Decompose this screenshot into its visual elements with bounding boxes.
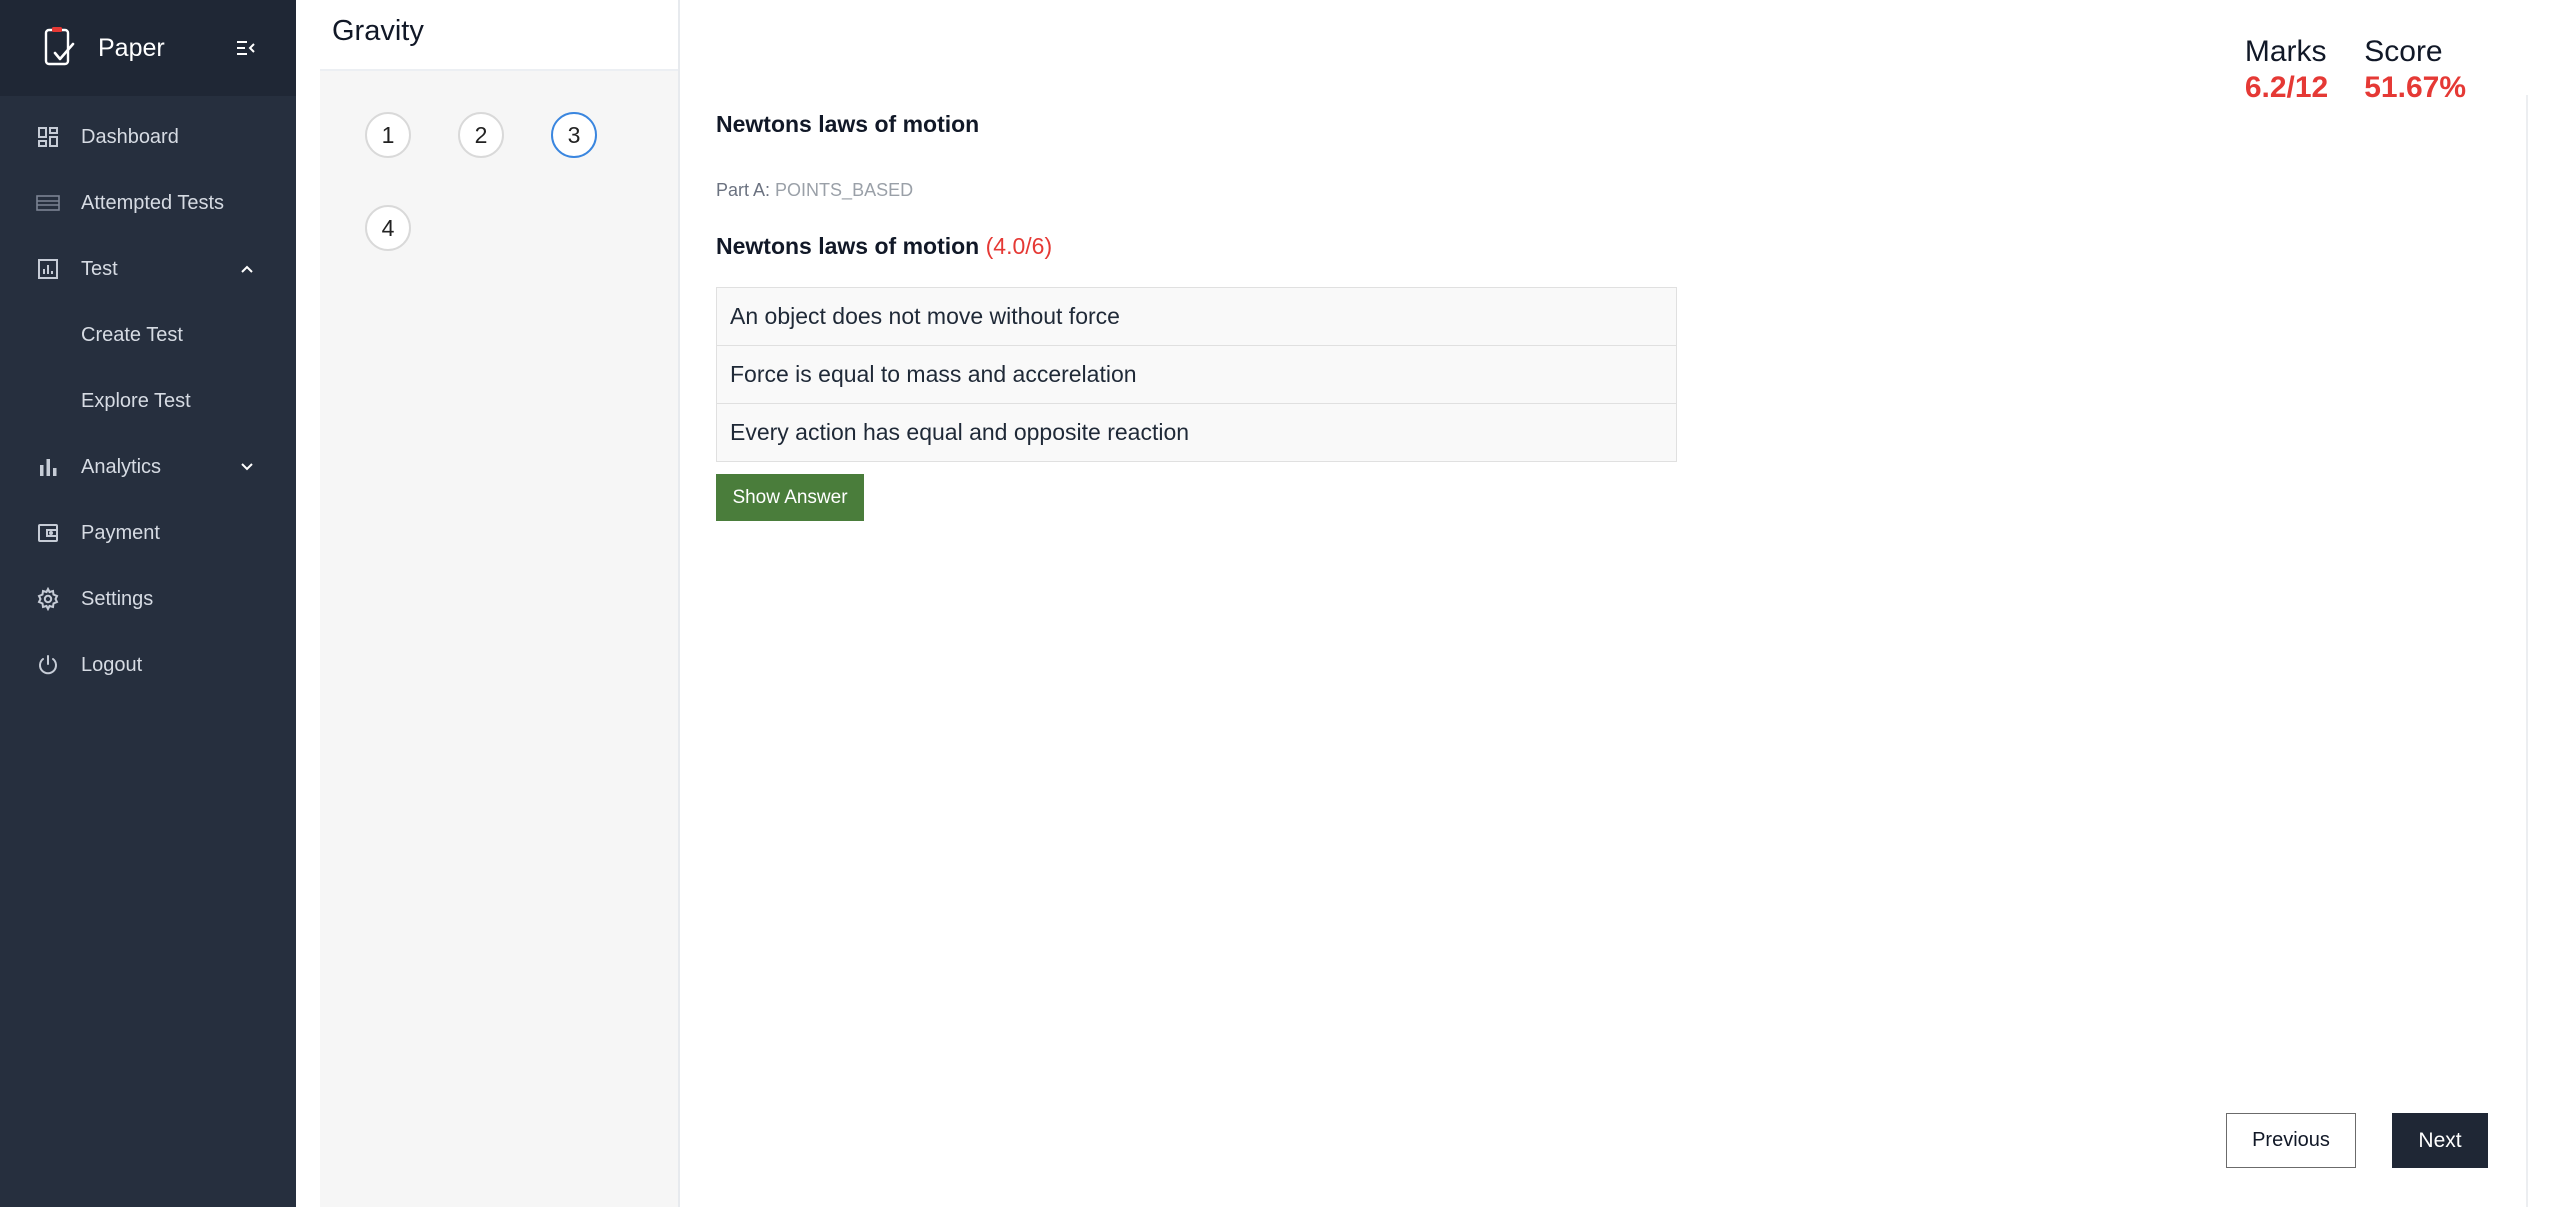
bar-chart-icon xyxy=(36,455,60,479)
part-type: POINTS_BASED xyxy=(775,180,914,200)
question-navigator: Gravity 1 2 3 4 xyxy=(320,0,679,1207)
question-number-button[interactable]: 4 xyxy=(365,205,411,251)
part-label: Part A: xyxy=(716,180,771,200)
test-title-bar: Gravity xyxy=(320,0,679,71)
sidebar-item-test[interactable]: Test xyxy=(0,236,296,302)
score-label: Score xyxy=(2364,35,2443,68)
answer-options: An object does not move without force Fo… xyxy=(716,287,1677,462)
sidebar-item-attempted-tests[interactable]: Attempted Tests xyxy=(0,170,296,236)
sidebar-item-label: Attempted Tests xyxy=(81,191,225,214)
sidebar-item-label: Dashboard xyxy=(81,125,179,148)
brand-name: Paper xyxy=(98,33,165,62)
answer-option: Every action has equal and opposite reac… xyxy=(716,403,1677,462)
brand-header: Paper xyxy=(0,0,296,96)
score-stat: Score 51.67% xyxy=(2364,34,2466,106)
sidebar-item-analytics[interactable]: Analytics xyxy=(0,434,296,500)
question-number-button-active[interactable]: 3 xyxy=(551,112,597,158)
subquestion-title: Newtons laws of motion (4.0/6) xyxy=(716,233,1052,260)
sidebar-item-dashboard[interactable]: Dashboard xyxy=(0,104,296,170)
chevron-down-icon xyxy=(236,456,258,478)
sidebar: Paper Dashboard Attempted Tests Test Cre… xyxy=(0,0,296,1207)
previous-button[interactable]: Previous xyxy=(2226,1113,2356,1168)
paper-logo-icon xyxy=(44,27,75,66)
main-content: Marks 6.2/12 Score 51.67% Newtons laws o… xyxy=(680,0,2526,1207)
subquestion-marks: (4.0/6) xyxy=(985,233,1053,259)
sidebar-item-label: Test xyxy=(81,257,118,280)
question-number-button[interactable]: 1 xyxy=(365,112,411,158)
sidebar-subitem-label: Explore Test xyxy=(81,389,191,412)
next-button[interactable]: Next xyxy=(2392,1113,2488,1168)
list-icon xyxy=(36,191,60,215)
subquestion-text: Newtons laws of motion xyxy=(716,233,980,259)
test-title: Gravity xyxy=(332,15,424,47)
main-right-border xyxy=(2526,95,2528,1207)
chevron-up-icon xyxy=(236,258,258,280)
dashboard-icon xyxy=(36,125,60,149)
sidebar-item-label: Analytics xyxy=(81,455,162,478)
marks-value: 6.2/12 xyxy=(2244,71,2329,104)
sidebar-nav: Dashboard Attempted Tests Test Create Te… xyxy=(0,96,296,698)
gear-icon xyxy=(36,587,60,611)
marks-stat: Marks 6.2/12 xyxy=(2245,34,2328,106)
power-icon xyxy=(36,653,60,677)
bar-chart-box-icon xyxy=(36,257,60,281)
sidebar-subitem-explore-test[interactable]: Explore Test xyxy=(0,368,296,434)
marks-label: Marks xyxy=(2244,35,2327,68)
show-answer-button[interactable]: Show Answer xyxy=(716,474,864,521)
answer-option: An object does not move without force xyxy=(716,287,1677,346)
sidebar-item-label: Logout xyxy=(81,653,143,676)
sidebar-item-logout[interactable]: Logout xyxy=(0,632,296,698)
sidebar-item-settings[interactable]: Settings xyxy=(0,566,296,632)
question-title: Newtons laws of motion xyxy=(716,111,980,137)
collapse-sidebar-icon[interactable] xyxy=(232,34,260,62)
answer-option: Force is equal to mass and accerelation xyxy=(716,345,1677,404)
sidebar-subitem-label: Create Test xyxy=(81,323,183,346)
wallet-icon xyxy=(36,521,60,545)
sidebar-item-label: Payment xyxy=(81,521,160,544)
sidebar-item-payment[interactable]: Payment xyxy=(0,500,296,566)
question-number-button[interactable]: 2 xyxy=(458,112,504,158)
result-stats: Marks 6.2/12 Score 51.67% xyxy=(2245,34,2466,106)
sidebar-subitem-create-test[interactable]: Create Test xyxy=(0,302,296,368)
sidebar-item-label: Settings xyxy=(81,587,154,610)
part-info: Part A: POINTS_BASED xyxy=(716,180,913,201)
question-number-grid: 1 2 3 4 xyxy=(320,71,679,251)
score-value: 51.67% xyxy=(2364,71,2466,104)
